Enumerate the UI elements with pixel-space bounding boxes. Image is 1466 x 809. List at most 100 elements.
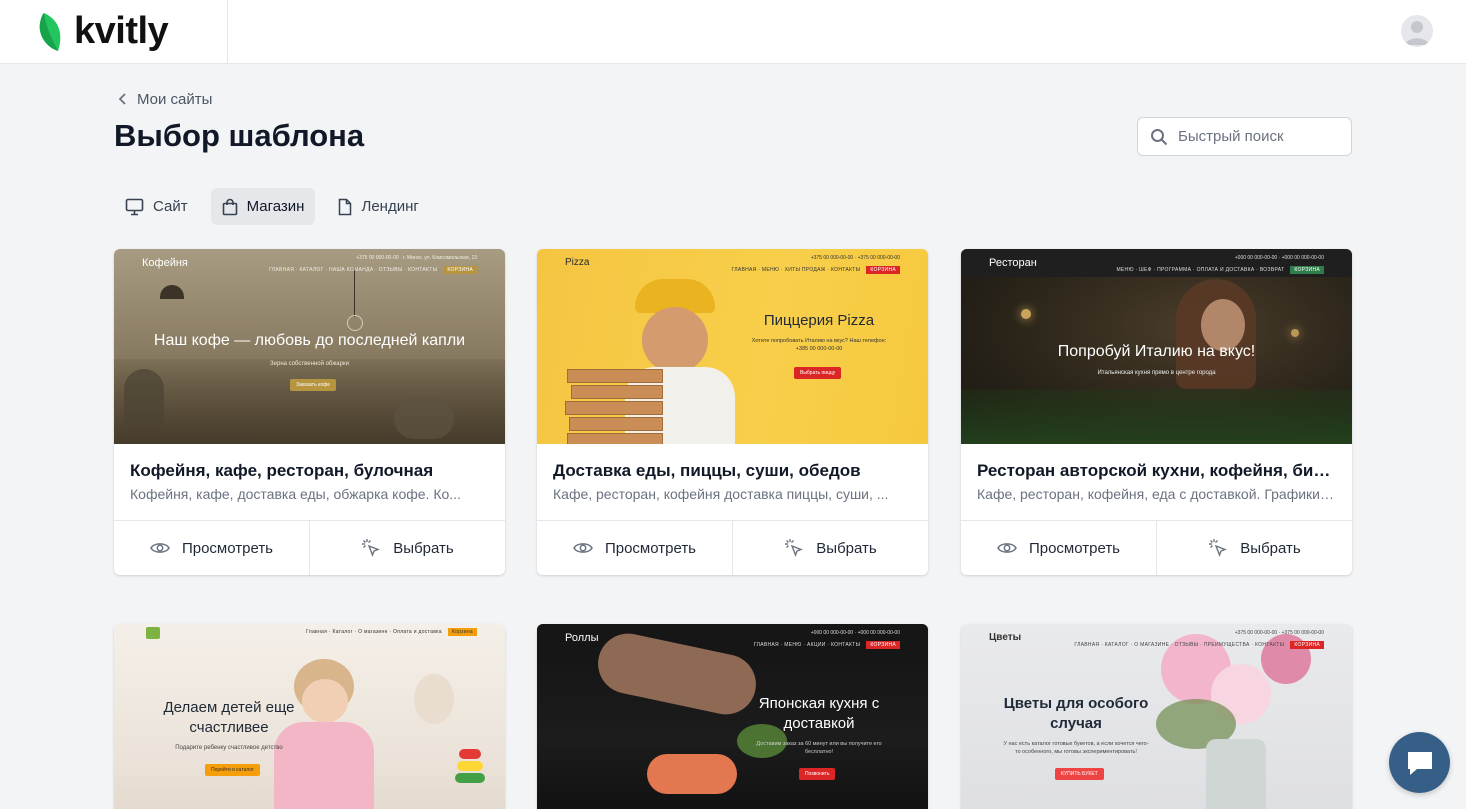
template-preview[interactable]: Ресторан +000 00 000-00-00 · +000 00 000… <box>961 249 1352 444</box>
bokeh-light <box>1021 309 1031 319</box>
preview-hero-sub: Итальянская кухня прямо в центре города <box>1097 370 1216 376</box>
preview-menu: ГЛАВНАЯ · КАТАЛОГ · О МАГАЗИНЕ · ОТЗЫВЫ … <box>1074 641 1324 649</box>
preview-hero-title: Делаем детей еще счастливее <box>163 699 295 736</box>
preview-button[interactable]: Просмотреть <box>114 521 309 575</box>
preview-phones: +375 00 000-00-00 · г. Минск, ул. Комсом… <box>356 255 477 261</box>
preview-phones: +000 00 000-00-00 · +000 00 000-00-00 <box>810 630 900 636</box>
preview-menu: ГЛАВНАЯ · МЕНЮ · АКЦИИ · КОНТАКТЫ КОРЗИНА <box>754 641 900 649</box>
card-description: Кафе, ресторан, кофейня, еда с доставкой… <box>977 486 1337 502</box>
toy-ring <box>455 773 485 783</box>
preview-menu-text: МЕНЮ · ШЕФ · ПРОГРАММА · ОПЛАТА И ДОСТАВ… <box>1116 267 1285 273</box>
person-silhouette <box>394 399 454 439</box>
preview-hero-title: Наш кофе — любовь до последней капли <box>153 332 466 349</box>
pendant-lamp <box>160 285 184 299</box>
card-body: Кофейня, кафе, ресторан, булочная Кофейн… <box>130 460 490 504</box>
preview-cart: КОРЗИНА <box>866 641 900 649</box>
tab-shop[interactable]: Магазин <box>210 188 316 225</box>
preview-button[interactable]: Просмотреть <box>961 521 1156 575</box>
logo-text: kvitly <box>74 10 169 52</box>
preview-brand: Кофейня <box>142 257 188 269</box>
search-icon <box>1151 128 1168 145</box>
preview-menu-text: ГЛАВНАЯ · МЕНЮ · ХИТЫ ПРОДАЖ · КОНТАКТЫ <box>731 267 861 273</box>
preview-menu: ГЛАВНАЯ · КАТАЛОГ · НАША КОМАНДА · ОТЗЫВ… <box>269 266 477 274</box>
preview-menu: ГЛАВНАЯ · МЕНЮ · ХИТЫ ПРОДАЖ · КОНТАКТЫ К… <box>732 266 900 274</box>
select-button[interactable]: Выбрать <box>732 521 928 575</box>
preview-phones: +375 00 000-00-00 · +375 00 000-00-00 <box>1234 630 1324 636</box>
chevron-left-icon <box>118 93 126 105</box>
preview-hero-sub: Зерна собственной обжарки <box>270 361 349 367</box>
select-button[interactable]: Выбрать <box>1156 521 1352 575</box>
tab-label: Сайт <box>153 198 188 215</box>
preview-menu: МЕНЮ · ШЕФ · ПРОГРАММА · ОПЛАТА И ДОСТАВ… <box>1116 266 1324 274</box>
template-card: Ресторан +000 00 000-00-00 · +000 00 000… <box>961 249 1352 575</box>
top-header: kvitly <box>0 0 1466 64</box>
shopping-bag-icon <box>222 198 237 215</box>
plants <box>961 389 1352 444</box>
template-preview[interactable]: Роллы +000 00 000-00-00 · +000 00 000-00… <box>537 624 928 809</box>
preview-hero-title: Японская кухня с доставкой <box>758 695 880 732</box>
preview-menu: Главная · Каталог · О магазине · Оплата … <box>306 628 477 636</box>
leaf-icon <box>39 13 61 51</box>
preview-hero-sub: Подарите ребенку счастливое детство <box>175 745 283 751</box>
pizza-box <box>569 417 663 431</box>
card-description: Кофейня, кафе, доставка еды, обжарка коф… <box>130 486 461 502</box>
preview-hero-sub: У нас есть каталог готовых букетов, а ес… <box>1003 741 1149 755</box>
breadcrumb[interactable]: Мои сайты <box>117 88 212 110</box>
preview-hero-button: КУПИТЬ БУКЕТ <box>1055 768 1104 780</box>
select-label: Выбрать <box>816 539 877 557</box>
preview-brand: Ресторан <box>989 257 1037 269</box>
preview-hero-title: Цветы для особого случая <box>1003 695 1149 732</box>
search-box <box>1137 117 1352 156</box>
preview-button[interactable]: Просмотреть <box>537 521 732 575</box>
preview-logo <box>146 627 160 639</box>
cursor-click-icon <box>785 539 804 557</box>
preview-hero-button: Выбрать пиццу <box>794 367 842 379</box>
template-preview[interactable]: Pizza +375 00 000-00-00 · +375 00 000-00… <box>537 249 928 444</box>
card-actions: Просмотреть Выбрать <box>537 520 928 575</box>
template-preview[interactable]: Кофейня +375 00 000-00-00 · г. Минск, ул… <box>114 249 505 444</box>
preview-brand: Цветы <box>989 632 1022 643</box>
preview-label: Просмотреть <box>604 539 697 557</box>
preview-cart: Корзина <box>447 628 477 636</box>
card-actions: Просмотреть Выбрать <box>114 520 505 575</box>
card-body: Доставка еды, пиццы, суши, обедов Кафе, … <box>553 460 913 504</box>
preview-hero-title: Пиццерия Pizza <box>763 312 875 329</box>
template-card: Главная · Каталог · О магазине · Оплата … <box>114 624 505 809</box>
tab-site[interactable]: Сайт <box>114 188 199 225</box>
eye-icon <box>573 543 593 553</box>
tab-landing[interactable]: Лендинг <box>327 188 429 225</box>
avatar[interactable] <box>1401 15 1433 47</box>
preview-hero-button: Перейти в каталог <box>205 764 260 776</box>
preview-menu-text: ГЛАВНАЯ · КАТАЛОГ · НАША КОМАНДА · ОТЗЫВ… <box>269 267 438 273</box>
card-description: Кафе, ресторан, кофейня доставка пиццы, … <box>553 486 889 502</box>
tab-label: Лендинг <box>361 198 419 215</box>
chat-button[interactable] <box>1389 732 1450 793</box>
toy-ring <box>459 749 481 759</box>
tab-label: Магазин <box>246 198 305 215</box>
logo[interactable]: kvitly <box>0 0 228 64</box>
search-input[interactable] <box>1178 128 1338 145</box>
preview-hero-sub: Хотите попробовать Италию на вкус? Наш т… <box>751 338 887 352</box>
card-actions: Просмотреть Выбрать <box>961 520 1352 575</box>
person-silhouette <box>124 369 164 429</box>
pizza-box <box>567 433 663 444</box>
user-icon <box>1405 21 1429 45</box>
preview-hero-button: Позвонить <box>799 768 836 780</box>
select-button[interactable]: Выбрать <box>309 521 505 575</box>
preview-brand: Pizza <box>565 257 590 268</box>
preview-hero-title: Попробуй Италию на вкус! <box>1057 343 1256 360</box>
template-preview[interactable]: Главная · Каталог · О магазине · Оплата … <box>114 624 505 809</box>
preview-phones: +375 00 000-00-00 · +375 00 000-00-00 <box>810 255 900 261</box>
cursor-click-icon <box>362 539 381 557</box>
preview-menu-text: Главная · Каталог · О магазине · Оплата … <box>306 629 442 635</box>
template-card: Pizza +375 00 000-00-00 · +375 00 000-00… <box>537 249 928 575</box>
pizza-box <box>567 369 663 383</box>
eye-icon <box>150 543 170 553</box>
preview-label: Просмотреть <box>1028 539 1121 557</box>
template-preview[interactable]: Цветы +375 00 000-00-00 · +375 00 000-00… <box>961 624 1352 809</box>
card-title: Кофейня, кафе, ресторан, булочная <box>130 461 434 480</box>
toy-ring <box>457 761 483 771</box>
eye-icon <box>997 543 1017 553</box>
page-title: Выбор шаблона <box>114 118 365 153</box>
preview-menu-text: ГЛАВНАЯ · МЕНЮ · АКЦИИ · КОНТАКТЫ <box>753 642 861 648</box>
